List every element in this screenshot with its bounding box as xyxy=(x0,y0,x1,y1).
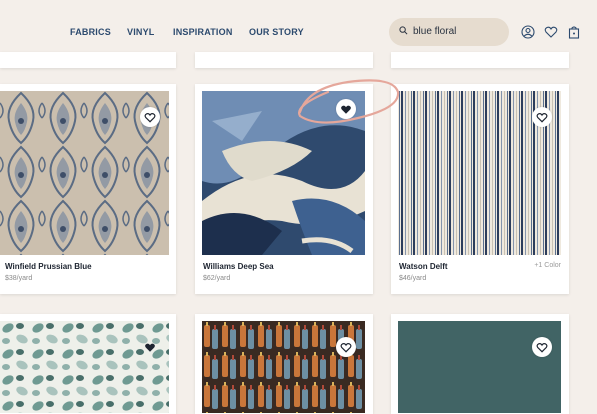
product-image[interactable] xyxy=(398,91,561,255)
nav-fabrics[interactable]: FABRICS xyxy=(70,27,111,37)
account-icon[interactable] xyxy=(521,25,535,39)
product-name[interactable]: Williams Deep Sea xyxy=(203,262,274,271)
cart-icon[interactable] xyxy=(567,25,581,39)
favorite-button[interactable] xyxy=(336,337,356,357)
favorite-button[interactable] xyxy=(532,337,552,357)
product-image[interactable] xyxy=(0,91,169,255)
heart-icon[interactable] xyxy=(544,25,558,39)
prev-row-card xyxy=(391,52,569,68)
prev-row-card xyxy=(195,52,373,68)
product-card[interactable]: Winfield Prussian Blue $38/yard xyxy=(0,84,176,294)
product-image[interactable] xyxy=(0,321,169,413)
product-card[interactable] xyxy=(391,314,569,414)
nav-our-story[interactable]: OUR STORY xyxy=(249,27,304,37)
product-image[interactable] xyxy=(202,321,365,413)
search-icon xyxy=(399,26,408,35)
search-value: blue floral xyxy=(413,26,457,37)
nav-vinyl[interactable]: VINYL xyxy=(127,27,155,37)
site-header: FABRICS VINYL INSPIRATION OUR STORY blue… xyxy=(0,0,597,60)
product-card[interactable] xyxy=(195,314,373,414)
product-image[interactable] xyxy=(398,321,561,413)
color-count[interactable]: +1 Color xyxy=(534,262,561,269)
search-input[interactable]: blue floral xyxy=(389,18,509,46)
favorite-button[interactable] xyxy=(532,107,552,127)
product-name[interactable]: Winfield Prussian Blue xyxy=(5,262,92,271)
product-name[interactable]: Watson Delft xyxy=(399,262,448,271)
product-price: $62/yard xyxy=(203,275,231,282)
heart-outline-icon xyxy=(536,113,548,123)
product-card[interactable]: Watson Delft $46/yard +1 Color xyxy=(391,84,569,294)
product-price: $38/yard xyxy=(5,275,33,282)
product-card[interactable] xyxy=(0,314,176,414)
favorite-button[interactable] xyxy=(140,337,160,357)
product-price: $46/yard xyxy=(399,275,427,282)
heart-outline-icon xyxy=(144,113,156,123)
favorite-button[interactable] xyxy=(140,107,160,127)
heart-outline-icon xyxy=(536,343,548,353)
heart-outline-icon xyxy=(340,343,352,353)
heart-filled-icon xyxy=(145,343,155,352)
prev-row-card xyxy=(0,52,176,68)
nav-inspiration[interactable]: INSPIRATION xyxy=(173,27,233,37)
annotation-circle xyxy=(298,79,400,124)
